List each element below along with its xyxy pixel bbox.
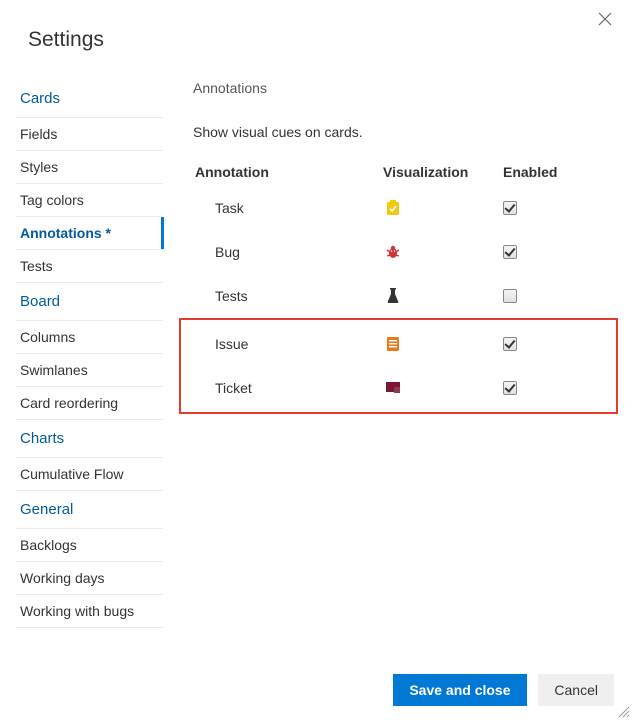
col-header-annotation: Annotation — [193, 164, 383, 180]
sidebar-item[interactable]: Working with bugs — [16, 595, 163, 628]
enabled-checkbox[interactable] — [503, 289, 517, 303]
close-button[interactable] — [598, 12, 614, 28]
save-and-close-button[interactable]: Save and close — [393, 674, 526, 706]
annotation-label: Tests — [193, 288, 383, 304]
enabled-cell — [503, 381, 573, 395]
enabled-checkbox[interactable] — [503, 337, 517, 351]
main-panel: Annotations Show visual cues on cards. A… — [163, 80, 632, 652]
visualization-cell — [383, 380, 503, 396]
task-icon — [385, 200, 401, 216]
enabled-cell — [503, 289, 573, 303]
annotation-label: Ticket — [193, 380, 383, 396]
annotation-label: Issue — [193, 336, 383, 352]
visualization-cell — [383, 200, 503, 216]
table-row: Tests — [193, 274, 612, 318]
table-row: Ticket — [193, 366, 616, 410]
sidebar-item[interactable]: Working days — [16, 562, 163, 595]
table-row: Bug — [193, 230, 612, 274]
visualization-cell — [383, 336, 503, 352]
panel-title: Annotations — [193, 80, 612, 96]
sidebar-section-header: Cards — [16, 80, 163, 118]
sidebar-item[interactable]: Columns — [16, 321, 163, 354]
table-header: Annotation Visualization Enabled — [193, 158, 612, 186]
enabled-cell — [503, 337, 573, 351]
enabled-checkbox[interactable] — [503, 201, 517, 215]
table-row: Issue — [193, 322, 616, 366]
cancel-button[interactable]: Cancel — [538, 674, 614, 706]
issue-icon — [385, 336, 401, 352]
highlight-box: Issue Ticket — [179, 318, 618, 414]
bug-icon — [385, 244, 401, 260]
sidebar-item[interactable]: Swimlanes — [16, 354, 163, 387]
enabled-checkbox[interactable] — [503, 245, 517, 259]
visualization-cell — [383, 288, 503, 304]
col-header-visualization: Visualization — [383, 164, 503, 180]
footer: Save and close Cancel — [385, 674, 614, 706]
resize-grip-icon[interactable] — [616, 704, 630, 718]
sidebar-item[interactable]: Backlogs — [16, 529, 163, 562]
enabled-cell — [503, 245, 573, 259]
panel-description: Show visual cues on cards. — [193, 124, 612, 140]
sidebar-section-header: Charts — [16, 420, 163, 458]
sidebar: CardsFieldsStylesTag colorsAnnotations *… — [0, 80, 163, 652]
enabled-checkbox[interactable] — [503, 381, 517, 395]
sidebar-section-header: Board — [16, 283, 163, 321]
sidebar-item[interactable]: Cumulative Flow — [16, 458, 163, 491]
sidebar-item[interactable]: Styles — [16, 151, 163, 184]
tests-icon — [385, 288, 401, 304]
sidebar-item[interactable]: Fields — [16, 118, 163, 151]
sidebar-item[interactable]: Tests — [16, 250, 163, 283]
col-header-enabled: Enabled — [503, 164, 573, 180]
dialog-title: Settings — [0, 0, 632, 52]
close-icon — [598, 12, 612, 26]
table-row: Task — [193, 186, 612, 230]
ticket-icon — [385, 380, 401, 396]
sidebar-item[interactable]: Card reordering — [16, 387, 163, 420]
annotation-label: Bug — [193, 244, 383, 260]
enabled-cell — [503, 201, 573, 215]
sidebar-section-header: General — [16, 491, 163, 529]
annotation-label: Task — [193, 200, 383, 216]
sidebar-item[interactable]: Tag colors — [16, 184, 163, 217]
visualization-cell — [383, 244, 503, 260]
sidebar-item[interactable]: Annotations * — [16, 217, 163, 250]
